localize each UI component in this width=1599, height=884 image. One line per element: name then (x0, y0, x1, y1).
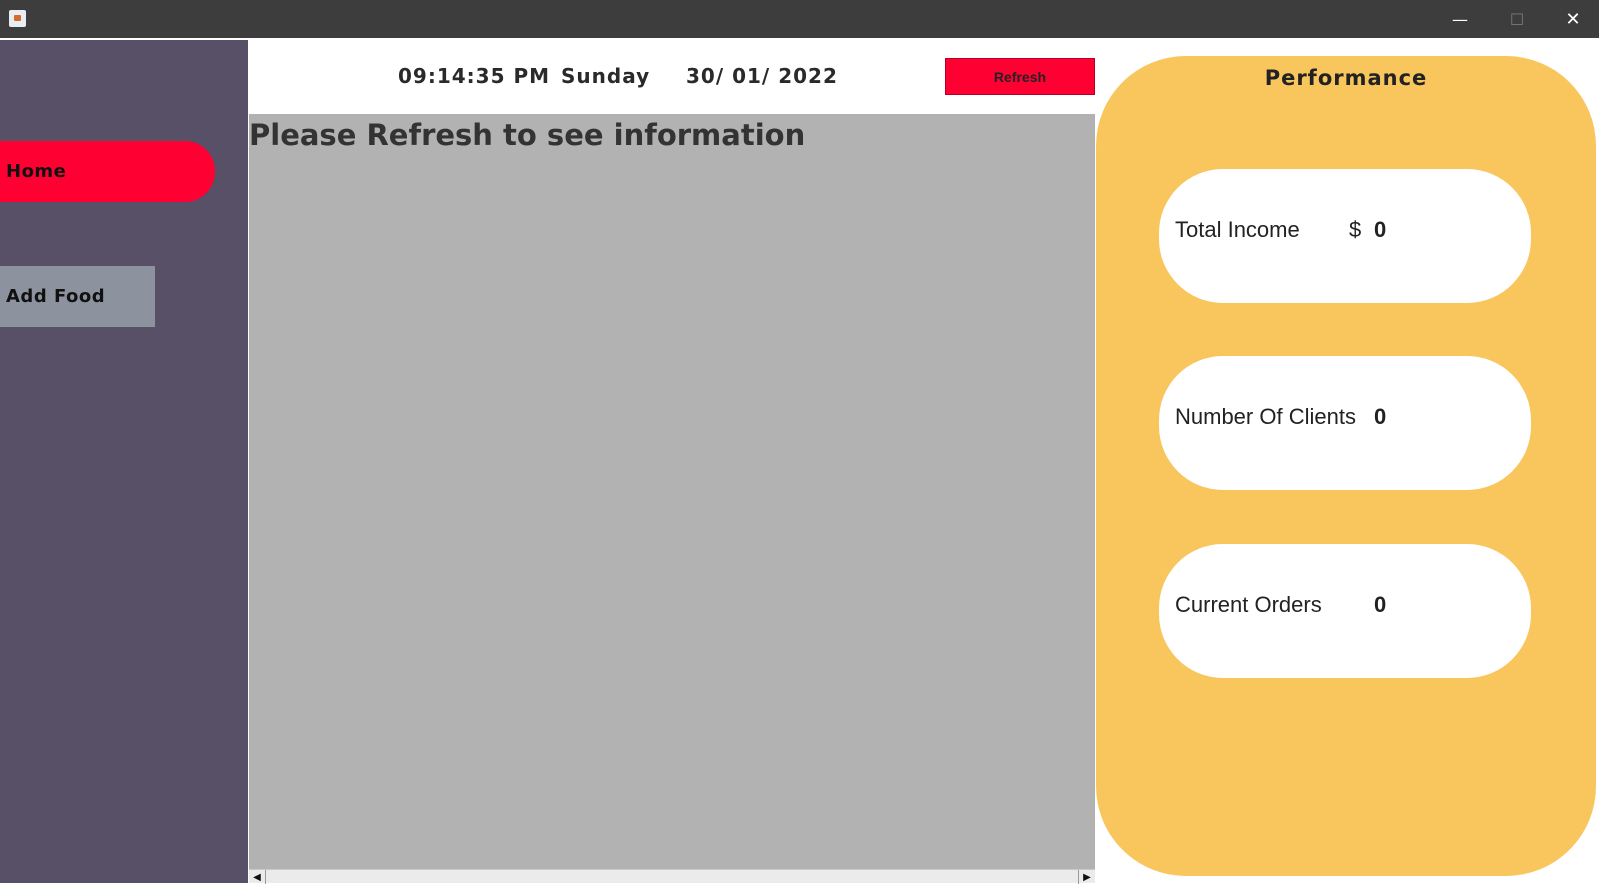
sidebar: Home Add Food (0, 40, 248, 883)
window-titlebar: — ☐ ✕ (0, 0, 1599, 38)
clients-label: Number Of Clients (1175, 404, 1356, 429)
clock-time: 09:14:35 PM (398, 64, 551, 88)
sidebar-item-add-food[interactable]: Add Food (0, 266, 155, 327)
refresh-button[interactable]: Refresh (945, 58, 1095, 95)
sidebar-item-label: Home (6, 161, 67, 182)
scroll-left-icon[interactable]: ◀ (249, 870, 266, 884)
orders-card: Current Orders 0 (1159, 544, 1531, 678)
maximize-button[interactable]: ☐ (1489, 0, 1545, 38)
orders-label: Current Orders (1175, 592, 1322, 617)
clock-date: 30/ 01/ 2022 (686, 64, 838, 88)
close-button[interactable]: ✕ (1545, 0, 1599, 38)
total-income-label: Total Income (1175, 217, 1300, 242)
performance-panel: Performance Total Income $ 0 Number Of C… (1096, 56, 1596, 876)
orders-value: 0 (1374, 592, 1387, 617)
clock-day: Sunday (561, 64, 651, 88)
clients-value: 0 (1374, 404, 1387, 429)
scroll-right-icon[interactable]: ▶ (1078, 870, 1095, 884)
clients-card: Number Of Clients 0 (1159, 356, 1531, 490)
java-app-icon (9, 10, 26, 27)
currency-symbol: $ (1349, 217, 1362, 242)
total-income-value: 0 (1374, 217, 1387, 242)
total-income-card: Total Income $ 0 (1159, 169, 1531, 303)
main-content-area: Please Refresh to see information (249, 114, 1095, 869)
info-message: Please Refresh to see information (249, 118, 806, 152)
sidebar-item-home[interactable]: Home (0, 141, 215, 202)
performance-title: Performance (1264, 66, 1428, 90)
sidebar-item-label: Add Food (6, 286, 106, 307)
minimize-button[interactable]: — (1432, 0, 1488, 38)
horizontal-scrollbar[interactable]: ◀ ▶ (249, 869, 1095, 884)
